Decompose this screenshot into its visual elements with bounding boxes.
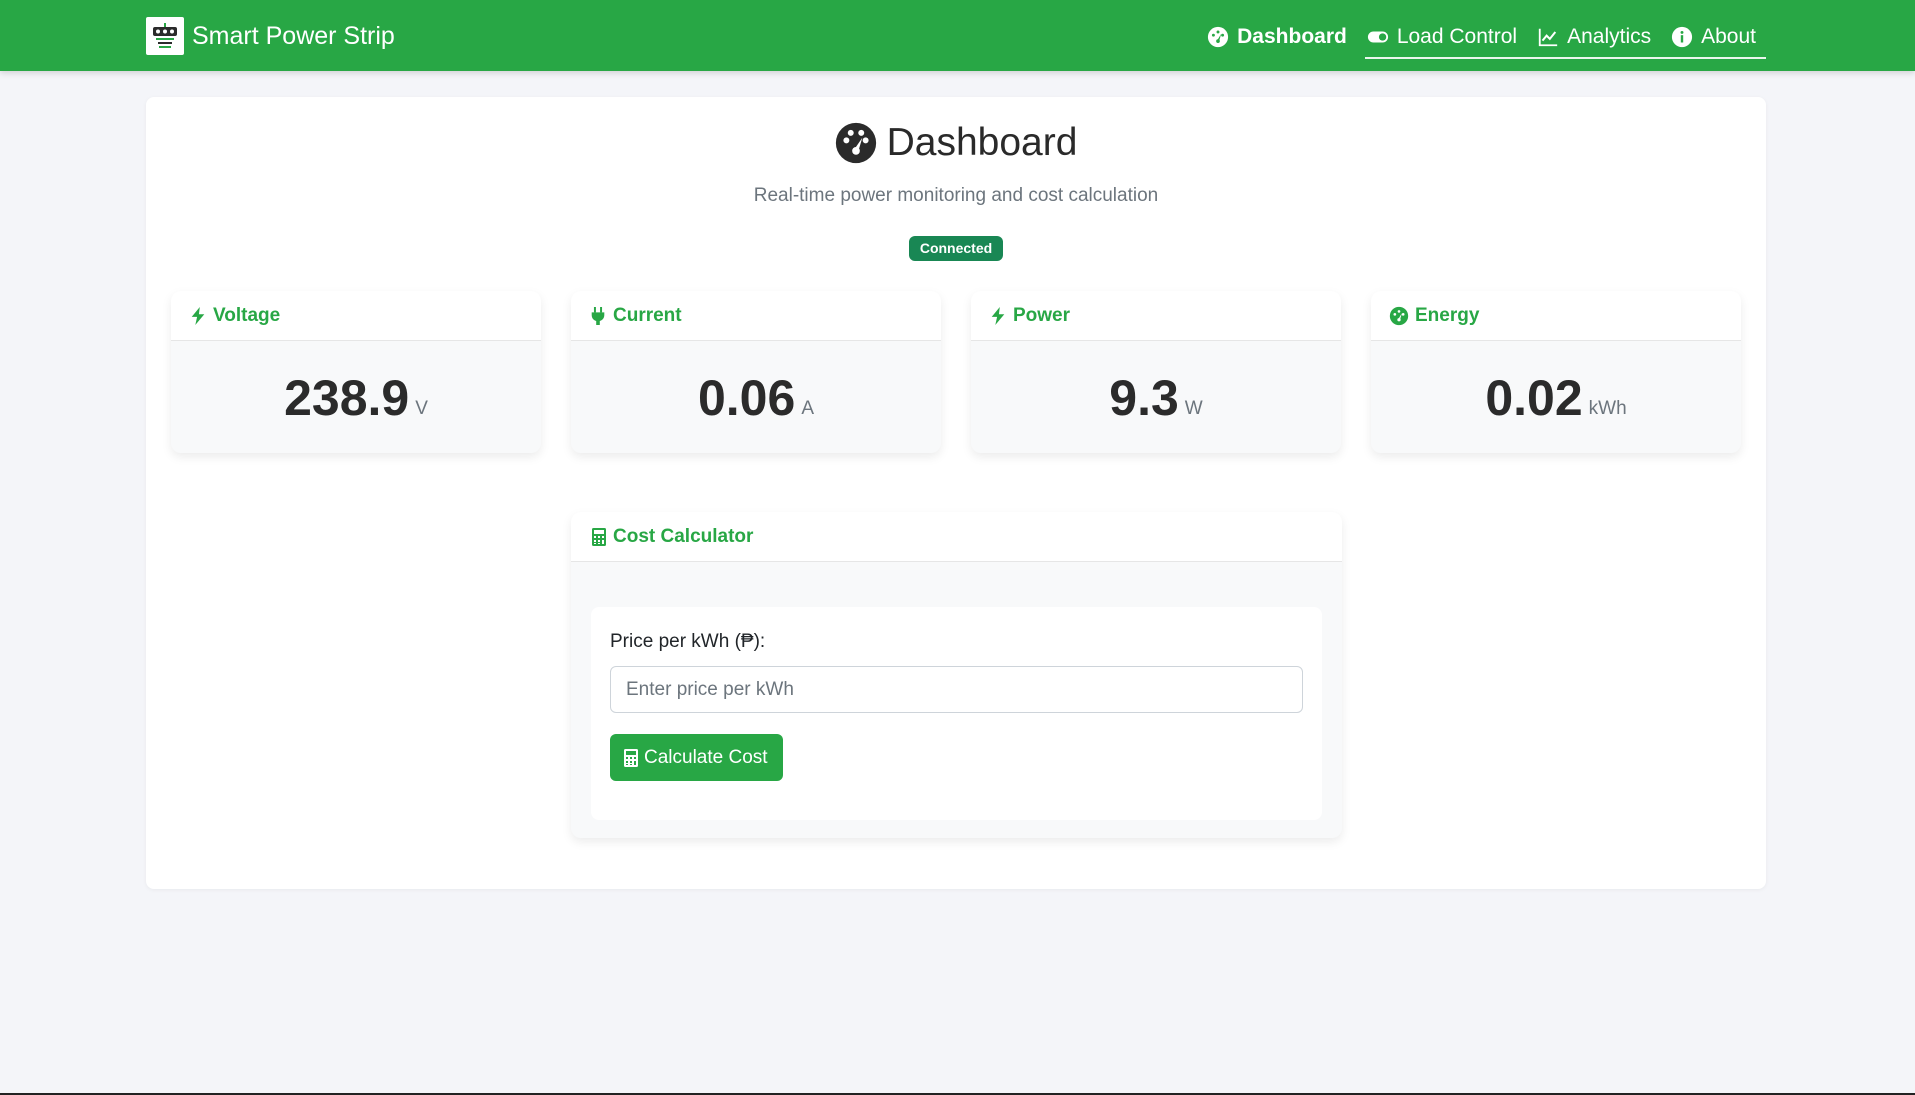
- energy-card: Energy 0.02 kWh: [1371, 291, 1741, 453]
- calculator-icon: [624, 748, 638, 767]
- current-card: Current 0.06 A: [571, 291, 941, 453]
- power-unit: W: [1184, 398, 1203, 419]
- energy-card-header: Energy: [1371, 291, 1741, 341]
- page-header: Dashboard: [146, 121, 1766, 165]
- cost-calculator-form: Price per kWh (₱): Calculate Cost: [591, 607, 1322, 820]
- gauge-icon: [835, 122, 876, 164]
- nav-item-about[interactable]: About: [1661, 16, 1766, 58]
- calculator-icon: [592, 527, 606, 546]
- metric-label: Power: [1013, 304, 1071, 326]
- toggle-icon: [1367, 31, 1388, 43]
- nav-item-label: Analytics: [1567, 25, 1652, 48]
- navbar: Smart Power Strip Dashboard Load Control: [0, 0, 1915, 71]
- current-value: 0.06: [697, 370, 796, 426]
- voltage-card: Voltage 238.9 V: [171, 291, 541, 453]
- cost-calculator-card: Cost Calculator Price per kWh (₱): Calcu…: [571, 512, 1342, 838]
- bolt-icon: [191, 306, 205, 325]
- energy-unit: kWh: [1588, 398, 1627, 419]
- nav-item-load-control[interactable]: Load Control: [1357, 16, 1527, 58]
- power-card: Power 9.3 W: [971, 291, 1341, 453]
- power-card-header: Power: [971, 291, 1341, 341]
- brand-link[interactable]: Smart Power Strip: [146, 17, 395, 55]
- energy-card-body: 0.02 kWh: [1371, 341, 1741, 453]
- status-badge: Connected: [909, 236, 1003, 261]
- nav-item-label: About: [1701, 25, 1756, 48]
- calculate-cost-button[interactable]: Calculate Cost: [610, 734, 783, 781]
- nav-menu: Dashboard Load Control Analytics About: [1197, 16, 1766, 58]
- voltage-unit: V: [415, 398, 428, 419]
- info-circle-icon: [1672, 26, 1693, 48]
- price-label: Price per kWh (₱):: [610, 631, 766, 652]
- current-unit: A: [801, 398, 814, 419]
- current-card-body: 0.06 A: [571, 341, 941, 453]
- power-strip-logo-icon: [146, 17, 184, 55]
- nav-item-dashboard[interactable]: Dashboard: [1197, 16, 1357, 58]
- dashboard-panel: Dashboard Real-time power monitoring and…: [146, 97, 1766, 889]
- chart-line-icon: [1538, 28, 1558, 47]
- power-card-body: 9.3 W: [971, 341, 1341, 453]
- gauge-icon: [1389, 306, 1409, 325]
- nav-item-label: Dashboard: [1237, 25, 1347, 48]
- nav-item-analytics[interactable]: Analytics: [1527, 16, 1661, 58]
- page-title: Dashboard: [886, 121, 1078, 164]
- page-subtitle: Real-time power monitoring and cost calc…: [753, 185, 1159, 206]
- bolt-icon: [991, 306, 1005, 325]
- voltage-value: 238.9: [284, 370, 410, 426]
- nav-underline: [1365, 57, 1766, 59]
- calculate-cost-label: Calculate Cost: [644, 746, 768, 768]
- voltage-card-body: 238.9 V: [171, 341, 541, 453]
- cost-calculator-title: Cost Calculator: [613, 525, 754, 547]
- metric-label: Voltage: [213, 304, 281, 326]
- current-card-header: Current: [571, 291, 941, 341]
- metric-label: Energy: [1415, 304, 1480, 326]
- power-value: 9.3: [1109, 370, 1179, 426]
- energy-value: 0.02: [1485, 370, 1583, 426]
- gauge-icon: [1208, 26, 1229, 48]
- cost-calculator-header: Cost Calculator: [571, 512, 1342, 562]
- nav-item-label: Load Control: [1396, 25, 1518, 48]
- brand-name: Smart Power Strip: [192, 21, 395, 50]
- metric-label: Current: [613, 304, 682, 326]
- plug-icon: [591, 306, 605, 325]
- voltage-card-header: Voltage: [171, 291, 541, 341]
- price-per-kwh-input[interactable]: [610, 666, 1303, 713]
